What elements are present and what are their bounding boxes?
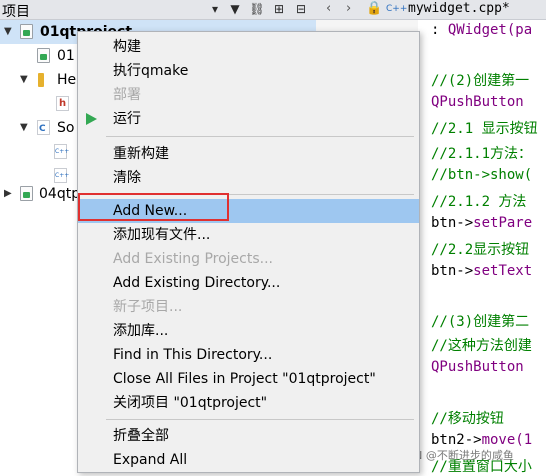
chevron-down-icon[interactable]: ▼ bbox=[20, 68, 28, 92]
menu-item-rebuild[interactable]: 重新构建 bbox=[78, 142, 419, 166]
code-line: : QWidget(pa bbox=[431, 22, 533, 38]
filter-icon[interactable]: ▼ bbox=[227, 1, 243, 17]
menu-item-close-project[interactable]: 关闭项目 "01qtproject" bbox=[78, 391, 419, 415]
sources-folder-icon bbox=[37, 117, 50, 141]
run-icon bbox=[86, 113, 97, 125]
menu-item-add-library[interactable]: 添加库... bbox=[78, 319, 419, 343]
menu-separator bbox=[106, 419, 414, 420]
menu-item-deploy: 部署 bbox=[113, 87, 141, 103]
code-line: //2.1.2 方法 bbox=[431, 193, 527, 210]
menu-item-add-existing-files[interactable]: 添加现有文件... bbox=[78, 223, 419, 247]
code-line: //btn->show( bbox=[431, 166, 533, 183]
menu-item-run-qmake[interactable]: 执行qmake bbox=[78, 59, 419, 83]
tree-item-label: 04qtp bbox=[39, 186, 81, 202]
code-line: //移动按钮 bbox=[431, 410, 504, 427]
back-icon[interactable]: ‹ bbox=[326, 1, 331, 16]
tree-item-label: So bbox=[57, 120, 75, 136]
menu-item-close-all-files[interactable]: Close All Files in Project "01qtproject" bbox=[78, 367, 419, 391]
cpp-file-icon bbox=[54, 140, 69, 164]
forward-icon[interactable]: › bbox=[346, 1, 351, 16]
chevron-right-icon[interactable]: ▶ bbox=[4, 182, 12, 206]
editor-toolbar: ‹ › 🔒 C++ mywidget.cpp* bbox=[316, 0, 546, 20]
pro-file-icon bbox=[37, 48, 50, 63]
menu-item-run-label: 运行 bbox=[113, 111, 141, 127]
code-line: btn->setText bbox=[431, 263, 533, 279]
code-line: btn->setPare bbox=[431, 214, 533, 231]
menu-separator bbox=[106, 136, 414, 137]
code-line: QPushButton bbox=[431, 94, 524, 111]
code-line: btn2->move(1 bbox=[431, 431, 533, 448]
code-line: //(3)创建第二 bbox=[431, 314, 530, 331]
chevron-down-icon[interactable]: ▼ bbox=[20, 116, 28, 140]
tree-item-label: He bbox=[57, 72, 77, 88]
lock-icon: 🔒 bbox=[366, 1, 383, 16]
menu-item-expand-all[interactable]: Expand All bbox=[78, 448, 419, 472]
menu-item-run[interactable]: 运行 bbox=[78, 107, 419, 131]
folder-icon bbox=[38, 73, 44, 87]
menu-item-collapse-all[interactable]: 折叠全部 bbox=[78, 424, 419, 448]
context-menu: 构建 执行qmake 部署 运行 重新构建 清除 Add New... 添加现有… bbox=[77, 31, 420, 473]
cpp-tab-icon: C++ bbox=[386, 4, 408, 14]
link-icon[interactable]: ⛓ bbox=[249, 1, 265, 17]
close-panel-icon[interactable]: ⊟ bbox=[293, 1, 309, 17]
code-line: //这种方法创建 bbox=[431, 338, 532, 355]
panel-title: 项目 bbox=[2, 4, 30, 20]
code-line: QPushButton bbox=[431, 359, 524, 376]
header-file-icon bbox=[56, 92, 69, 116]
tree-item-label: 01 bbox=[57, 48, 75, 64]
project-icon bbox=[20, 24, 33, 39]
menu-item-build[interactable]: 构建 bbox=[78, 35, 419, 59]
code-line: //2.2显示按钮 bbox=[431, 241, 530, 258]
menu-item-add-existing-projects: Add Existing Projects... bbox=[113, 251, 274, 267]
cpp-file-icon bbox=[54, 164, 69, 188]
code-line: //(2)创建第一 bbox=[431, 73, 530, 90]
code-line: //2.1.1方法： bbox=[431, 145, 533, 162]
editor-tab-title[interactable]: mywidget.cpp* bbox=[408, 1, 510, 16]
project-toolbar: 项目 ▾ ▼ ⛓ ⊞ ⊟ bbox=[0, 0, 316, 20]
chevron-down-icon[interactable]: ▼ bbox=[4, 20, 12, 44]
menu-item-clean[interactable]: 清除 bbox=[78, 166, 419, 190]
project-icon bbox=[20, 186, 33, 201]
split-icon[interactable]: ⊞ bbox=[271, 1, 287, 17]
dropdown-icon[interactable]: ▾ bbox=[207, 1, 223, 17]
menu-item-new-subproject: 新子项目... bbox=[113, 299, 183, 315]
menu-item-find-in-directory[interactable]: Find in This Directory... bbox=[78, 343, 419, 367]
annotation-highlight-box bbox=[78, 193, 229, 221]
menu-item-add-existing-directory[interactable]: Add Existing Directory... bbox=[78, 271, 419, 295]
code-line: //2.1 显示按钮 bbox=[431, 121, 538, 138]
